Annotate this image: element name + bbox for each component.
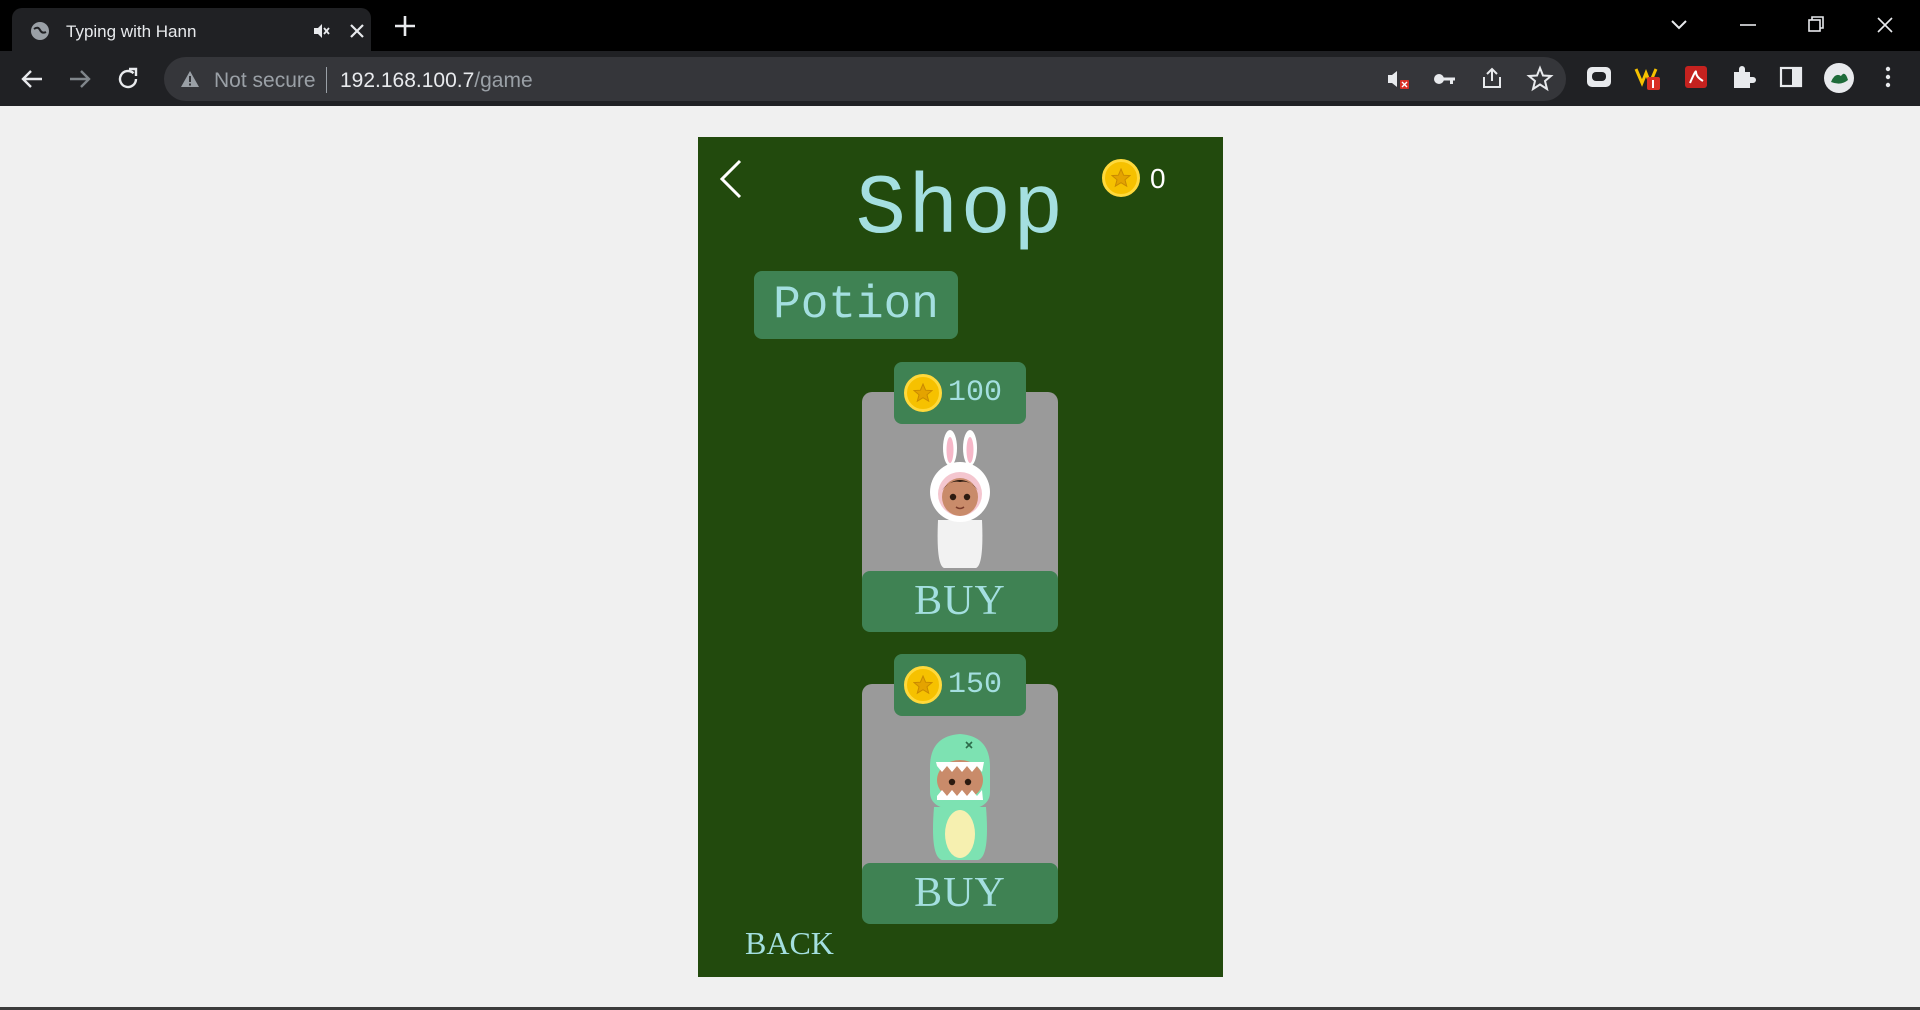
security-label: Not secure [214,69,316,92]
coin-icon [904,666,942,704]
coin-icon [1102,159,1140,197]
address-divider [326,67,327,93]
price-tag: 150 [894,654,1026,716]
price-amount: 100 [948,376,1003,410]
url-host: 192.168.100.7 [340,69,475,92]
price-tag: 100 [894,362,1026,424]
tab-search-chevron-icon[interactable] [1664,10,1694,40]
browser-menu-icon[interactable] [1874,63,1902,91]
browser-tab[interactable]: Typing with Hann [12,8,371,51]
address-bar[interactable]: Not secure 192.168.100.7/game [164,57,1566,101]
muted-speaker-icon[interactable] [312,22,330,40]
shop-item-card: 150 BUY [862,654,1058,924]
bookmark-star-icon[interactable] [1526,65,1554,93]
share-icon[interactable] [1478,65,1506,93]
media-blocked-icon[interactable] [1384,65,1412,93]
buy-button[interactable]: BUY [862,571,1058,632]
buy-button[interactable]: BUY [862,863,1058,924]
extensions-puzzle-icon[interactable] [1729,63,1757,91]
browser-toolbar: Not secure 192.168.100.7/game [0,51,1920,106]
line-extension-icon[interactable] [1585,63,1613,91]
reload-icon[interactable] [114,65,142,93]
profile-avatar-icon[interactable] [1823,62,1855,94]
back-button[interactable]: BACK [745,925,834,962]
key-icon[interactable] [1430,65,1458,93]
coin-icon [904,374,942,412]
coin-count: 0 [1150,163,1166,194]
restore-icon[interactable] [1801,10,1831,40]
price-amount: 150 [948,668,1003,702]
globe-icon [31,22,49,40]
bunny-costume-character-icon [930,430,990,568]
shop-panel: Shop 0 Potion 100 BUY 150 BUY BACK [698,137,1223,977]
forward-icon[interactable] [66,65,94,93]
shop-item-card: 100 BUY [862,362,1058,632]
back-icon[interactable] [18,65,46,93]
url-text: 192.168.100.7/game [340,69,533,93]
coin-wallet: 0 [1102,159,1166,202]
side-panel-icon[interactable] [1777,63,1805,91]
minimize-icon[interactable] [1733,10,1763,40]
warning-icon[interactable] [180,70,200,88]
url-path: /game [474,69,533,92]
new-tab-icon[interactable] [392,13,418,39]
tab-title: Typing with Hann [66,22,197,41]
dino-costume-character-icon [930,734,990,860]
window-close-icon[interactable] [1870,10,1900,40]
shop-title: Shop [855,163,1066,258]
browser-titlebar: Typing with Hann [0,0,1920,51]
pdf-icon[interactable] [1682,63,1710,91]
tab-close-icon[interactable] [347,21,367,41]
extension-badge-icon[interactable] [1634,63,1662,91]
tab-potion[interactable]: Potion [754,271,958,339]
